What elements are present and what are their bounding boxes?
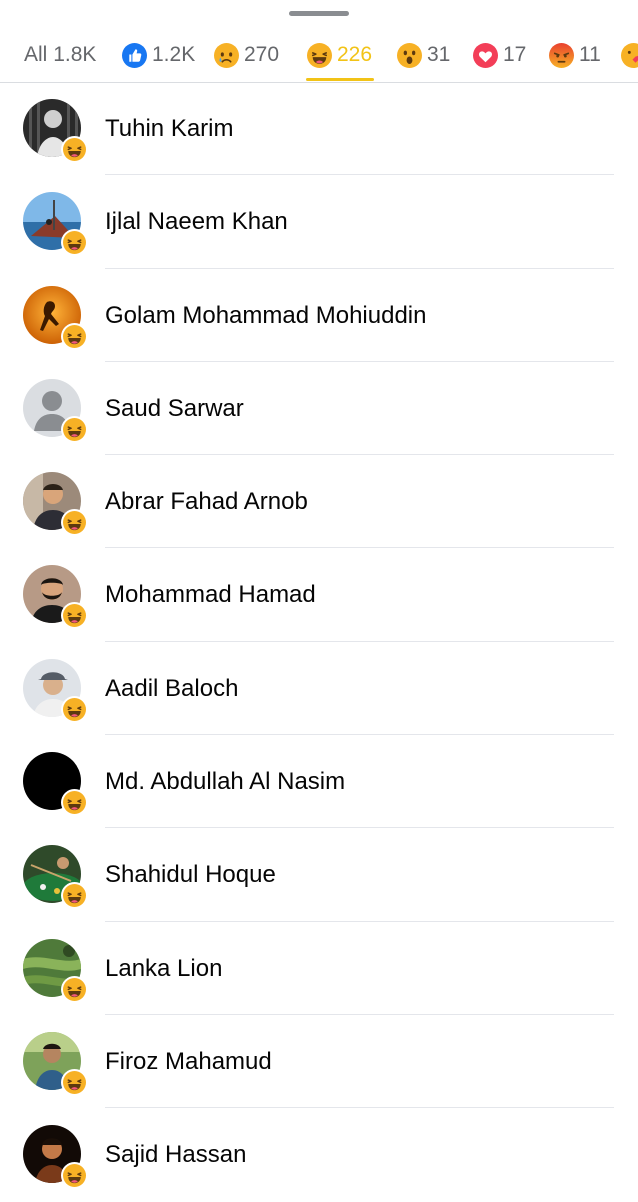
haha-emoji-icon [61, 1068, 88, 1096]
person-name[interactable]: Firoz Mahamud [105, 1015, 272, 1108]
list-item[interactable]: Tuhin Karim [0, 82, 638, 176]
tab-haha[interactable]: 226 [307, 30, 372, 80]
tab-like-count: 1.2K [152, 43, 196, 66]
list-item[interactable]: Saud Sarwar [0, 362, 638, 456]
haha-emoji-icon [61, 1162, 88, 1190]
haha-emoji-icon [61, 602, 88, 630]
tab-angry-count: 11 [579, 43, 601, 66]
list-item[interactable]: Ijlal Naeem Khan [0, 175, 638, 269]
tab-wow[interactable]: 31 [397, 30, 450, 80]
person-name[interactable]: Saud Sarwar [105, 362, 244, 455]
list-item[interactable]: Sajid Hassan [0, 1108, 638, 1201]
haha-emoji-icon [61, 789, 88, 817]
list-item[interactable]: Mohammad Hamad [0, 548, 638, 642]
list-item[interactable]: Golam Mohammad Mohiuddin [0, 269, 638, 362]
love-heart-icon [473, 42, 498, 68]
tab-care[interactable] [621, 30, 638, 80]
haha-emoji-icon [61, 509, 88, 537]
person-name[interactable]: Shahidul Hoque [105, 828, 276, 921]
tab-all[interactable]: All 1.8K [24, 30, 96, 80]
haha-emoji-icon [61, 415, 88, 443]
active-tab-indicator [306, 78, 374, 81]
list-item[interactable]: Aadil Baloch [0, 642, 638, 736]
tab-sad-count: 270 [244, 43, 280, 66]
tab-like[interactable]: 1.2K [122, 30, 195, 80]
person-name[interactable]: Mohammad Hamad [105, 548, 316, 641]
person-name[interactable]: Ijlal Naeem Khan [105, 175, 288, 268]
list-item[interactable]: Lanka Lion [0, 922, 638, 1015]
person-name[interactable]: Aadil Baloch [105, 642, 238, 735]
sad-emoji-icon [214, 42, 239, 68]
tab-haha-count: 226 [337, 43, 373, 66]
person-name[interactable]: Sajid Hassan [105, 1108, 246, 1201]
person-name[interactable]: Golam Mohammad Mohiuddin [105, 269, 426, 362]
tab-sad[interactable]: 270 [214, 30, 279, 80]
care-emoji-icon [621, 42, 638, 68]
person-name[interactable]: Tuhin Karim [105, 82, 233, 175]
reaction-tabs: All 1.8K 1.2K 270 226 31 17 11 [0, 30, 638, 83]
wow-emoji-icon [397, 42, 422, 68]
person-name[interactable]: Abrar Fahad Arnob [105, 455, 308, 548]
haha-emoji-icon [61, 229, 88, 257]
person-name[interactable]: Md. Abdullah Al Nasim [105, 735, 345, 828]
haha-emoji-icon [61, 322, 88, 350]
list-item[interactable]: Firoz Mahamud [0, 1015, 638, 1109]
haha-emoji-icon [61, 695, 88, 723]
tab-all-label: All [24, 43, 48, 66]
tab-love-count: 17 [503, 43, 527, 66]
haha-emoji-icon [61, 136, 88, 163]
sheet-drag-handle[interactable] [289, 11, 349, 16]
list-item[interactable]: Md. Abdullah Al Nasim [0, 735, 638, 829]
tab-wow-count: 31 [427, 43, 451, 66]
haha-emoji-icon [61, 975, 88, 1003]
list-item[interactable]: Abrar Fahad Arnob [0, 455, 638, 549]
angry-emoji-icon [549, 42, 574, 68]
haha-emoji-icon [61, 882, 88, 910]
tab-angry[interactable]: 11 [549, 30, 601, 80]
list-item[interactable]: Shahidul Hoque [0, 828, 638, 922]
person-name[interactable]: Lanka Lion [105, 922, 222, 1015]
tab-all-count: 1.8K [53, 43, 97, 66]
reactors-list: Tuhin Karim Ijlal Naeem Khan Golam Moham… [0, 82, 638, 1202]
tab-love[interactable]: 17 [473, 30, 526, 80]
haha-emoji-icon [307, 42, 332, 68]
like-icon [122, 42, 147, 68]
